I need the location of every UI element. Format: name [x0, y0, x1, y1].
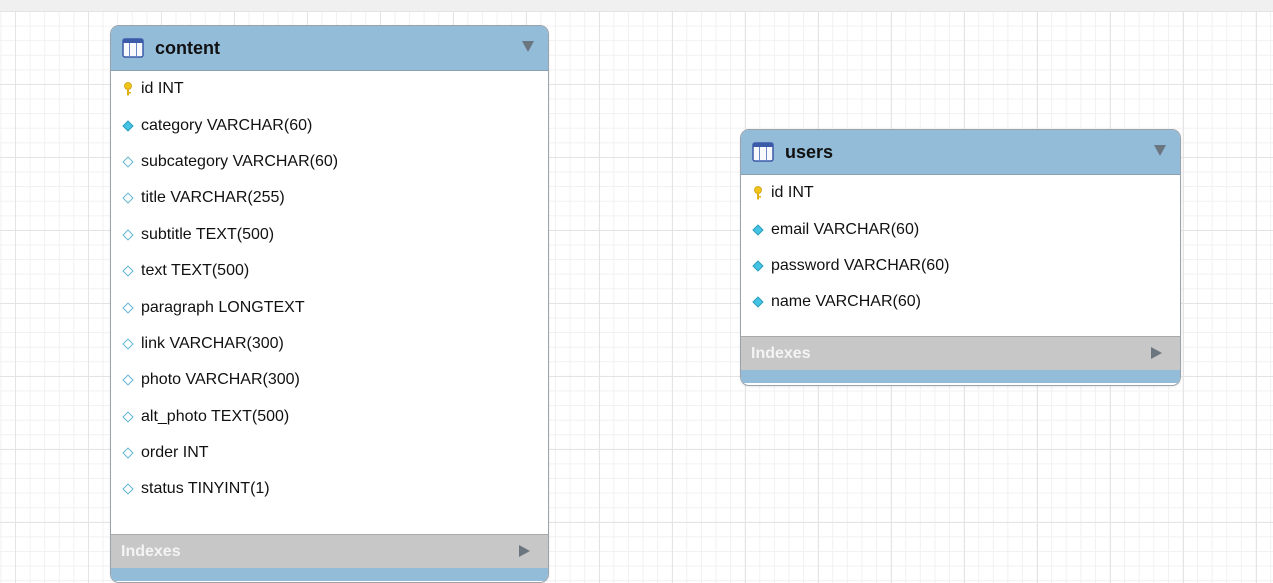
column-label: id INT — [141, 80, 184, 98]
column-row[interactable]: subtitle TEXT(500) — [111, 217, 548, 253]
nullable-diamond-icon — [122, 483, 134, 496]
column-row[interactable]: id INT — [111, 71, 548, 107]
column-row[interactable]: password VARCHAR(60) — [741, 248, 1180, 284]
column-label: title VARCHAR(255) — [141, 189, 285, 207]
not-null-diamond-icon — [122, 119, 134, 132]
expand-icon[interactable] — [519, 545, 530, 557]
column-label: paragraph LONGTEXT — [141, 298, 305, 316]
column-row[interactable]: id INT — [741, 175, 1180, 211]
nullable-diamond-icon — [122, 338, 134, 350]
table-footer — [111, 568, 548, 581]
column-label: photo VARCHAR(300) — [141, 371, 300, 389]
table-header[interactable]: users — [741, 130, 1180, 175]
nullable-diamond-icon — [122, 192, 134, 205]
column-row[interactable]: name VARCHAR(60) — [741, 284, 1180, 320]
indexes-bar[interactable]: Indexes — [111, 534, 548, 568]
not-null-diamond-icon — [752, 223, 764, 236]
table-content[interactable]: content id INT category VARCHAR(60) subc… — [110, 25, 549, 583]
nullable-diamond-icon — [122, 229, 134, 241]
collapse-icon[interactable] — [1154, 145, 1166, 156]
canvas-top-strip — [0, 0, 1273, 11]
column-label: password VARCHAR(60) — [771, 256, 950, 274]
column-row[interactable]: category VARCHAR(60) — [111, 107, 548, 143]
indexes-label: Indexes — [121, 542, 181, 560]
nullable-diamond-icon — [122, 411, 134, 423]
table-footer — [741, 370, 1180, 383]
table-title: content — [155, 37, 220, 58]
column-row[interactable]: email VARCHAR(60) — [741, 211, 1180, 247]
column-label: name VARCHAR(60) — [771, 293, 921, 311]
nullable-diamond-icon — [122, 374, 134, 386]
column-label: alt_photo TEXT(500) — [141, 407, 290, 425]
column-label: subcategory VARCHAR(60) — [141, 152, 339, 170]
expand-icon[interactable] — [1151, 347, 1162, 359]
column-row[interactable]: link VARCHAR(300) — [111, 326, 548, 362]
not-null-diamond-icon — [752, 296, 764, 309]
collapse-icon[interactable] — [522, 41, 534, 52]
not-null-diamond-icon — [752, 260, 764, 272]
table-users[interactable]: users id INT email VARCHAR(60) password … — [740, 129, 1181, 386]
column-list: id INT email VARCHAR(60) password VARCHA… — [741, 175, 1180, 336]
column-label: category VARCHAR(60) — [141, 116, 313, 134]
column-row[interactable]: paragraph LONGTEXT — [111, 289, 548, 325]
column-label: status TINYINT(1) — [141, 480, 270, 498]
nullable-diamond-icon — [122, 447, 134, 459]
nullable-diamond-icon — [122, 156, 134, 168]
table-icon — [752, 142, 774, 162]
column-row[interactable]: alt_photo TEXT(500) — [111, 399, 548, 435]
column-list: id INT category VARCHAR(60) subcategory … — [111, 71, 548, 534]
table-icon — [122, 38, 144, 58]
column-label: id INT — [771, 184, 814, 202]
column-label: subtitle TEXT(500) — [141, 225, 275, 243]
column-row[interactable]: title VARCHAR(255) — [111, 180, 548, 216]
column-label: email VARCHAR(60) — [771, 220, 920, 238]
column-row[interactable]: status TINYINT(1) — [111, 471, 548, 507]
primary-key-icon — [121, 82, 135, 96]
column-label: text TEXT(500) — [141, 262, 250, 280]
column-label: order INT — [141, 444, 209, 462]
column-label: link VARCHAR(300) — [141, 334, 284, 352]
nullable-diamond-icon — [122, 265, 134, 277]
primary-key-icon — [751, 186, 765, 200]
nullable-diamond-icon — [122, 301, 134, 314]
table-title: users — [785, 141, 834, 162]
indexes-label: Indexes — [751, 344, 811, 362]
column-row[interactable]: photo VARCHAR(300) — [111, 362, 548, 398]
column-row[interactable]: subcategory VARCHAR(60) — [111, 144, 548, 180]
indexes-bar[interactable]: Indexes — [741, 336, 1180, 370]
column-row[interactable]: order INT — [111, 435, 548, 471]
column-row[interactable]: text TEXT(500) — [111, 253, 548, 289]
table-header[interactable]: content — [111, 26, 548, 71]
